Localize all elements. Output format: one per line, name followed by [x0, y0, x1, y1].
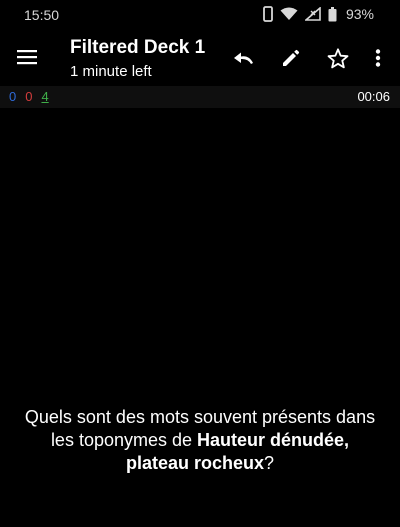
phone-vibrate-icon — [263, 6, 273, 22]
deck-title: Filtered Deck 1 — [70, 37, 206, 58]
status-bar: 15:50 93% — [0, 0, 400, 32]
card-timer: 00:06 — [357, 89, 390, 104]
more-vert-icon[interactable] — [364, 44, 392, 72]
menu-icon[interactable] — [14, 44, 40, 70]
question-line-1: Quels sont des mots souvent présents dan… — [24, 407, 376, 427]
card-counts: 0 0 4 — [9, 89, 49, 104]
status-time: 15:50 — [24, 7, 60, 23]
undo-icon[interactable] — [230, 44, 258, 72]
wifi-icon — [280, 7, 298, 21]
time-left: 1 minute left — [70, 63, 152, 80]
star-outline-icon[interactable] — [324, 44, 352, 72]
learning-count: 0 — [25, 89, 33, 104]
question-line-3: plateau rocheux? — [0, 452, 400, 475]
cellular-signal-icon — [304, 7, 321, 21]
title-block: Filtered Deck 1 1 minute left — [70, 36, 205, 82]
card-question: Quels sont des mots souvent présents dan… — [0, 406, 400, 475]
question-prefix: les toponymes de — [50, 430, 198, 450]
question-line-2: les toponymes de Hauteur dénudée, — [0, 429, 400, 452]
battery-percent: 93% — [345, 6, 374, 22]
question-suffix: ? — [264, 453, 275, 473]
pencil-icon[interactable] — [277, 44, 305, 72]
battery-icon — [328, 6, 337, 22]
count-bar: 0 0 4 00:06 — [0, 86, 400, 108]
app-toolbar: Filtered Deck 1 1 minute left — [0, 32, 400, 86]
question-bold-term-2: plateau rocheux — [125, 453, 265, 473]
new-count: 0 — [9, 89, 17, 104]
review-count: 4 — [41, 89, 49, 104]
status-icons: 93% — [263, 6, 374, 22]
question-bold-term-1: Hauteur dénudée, — [197, 430, 350, 450]
